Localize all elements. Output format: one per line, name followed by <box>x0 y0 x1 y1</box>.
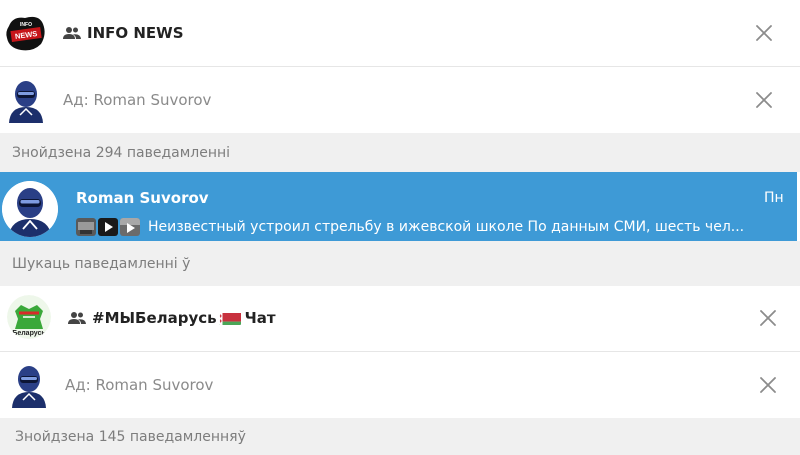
found-count-header: Знойдзена 294 паведамленні <box>0 133 800 172</box>
close-icon[interactable] <box>758 375 778 395</box>
chat-title-suffix: Чат <box>244 309 276 327</box>
svg-text:INFO: INFO <box>20 22 32 28</box>
chat-row-info-news[interactable]: NEWS INFO INFO NEWS <box>0 0 800 66</box>
group-icon <box>68 311 86 325</box>
video-play-icon <box>120 218 140 236</box>
close-icon[interactable] <box>758 308 778 328</box>
close-icon[interactable] <box>754 90 774 110</box>
chat-title-text: #МЫБеларусь <box>92 309 217 327</box>
chat-row-mybelarus[interactable]: Беларусь #МЫБеларусь Чат <box>0 286 800 351</box>
from-filter-label: Ад: Roman Suvorov <box>65 376 214 394</box>
group-icon <box>63 26 81 40</box>
found-count-text: Знойдзена 145 паведамленняў <box>15 428 246 445</box>
avatar <box>6 77 46 123</box>
result-preview-text: Неизвестный устроил стрельбу в ижевской … <box>148 219 745 235</box>
from-filter-label: Ад: Roman Suvorov <box>63 91 212 109</box>
chat-title: INFO NEWS <box>63 24 184 42</box>
result-day: Пн <box>764 190 784 206</box>
video-play-icon <box>98 218 118 236</box>
search-result-item[interactable]: Roman Suvorov Пн Неизвестный устроил стр… <box>0 172 797 241</box>
avatar <box>2 181 58 237</box>
search-messages-header: Шукаць паведамленні ў <box>0 241 800 286</box>
media-thumbnails <box>76 218 140 236</box>
belarus-flag-icon <box>218 312 241 325</box>
svg-text:Беларусь: Беларусь <box>12 330 46 337</box>
belarus-logo: Беларусь <box>7 295 51 339</box>
chat-title-text: INFO NEWS <box>87 24 184 42</box>
chat-title: #МЫБеларусь Чат <box>68 309 276 327</box>
result-sender-name: Roman Suvorov <box>76 189 209 207</box>
search-messages-text: Шукаць паведамленні ў <box>12 255 191 272</box>
found-count-text: Знойдзена 294 паведамленні <box>12 144 231 161</box>
close-icon[interactable] <box>754 23 774 43</box>
info-news-logo: NEWS INFO <box>5 12 47 54</box>
avatar <box>9 362 49 408</box>
from-filter-row[interactable]: Ад: Roman Suvorov <box>0 67 800 133</box>
found-count-header: Знойдзена 145 паведамленняў <box>0 418 800 455</box>
from-filter-row[interactable]: Ад: Roman Suvorov <box>0 352 800 418</box>
image-thumbnail <box>76 218 96 236</box>
